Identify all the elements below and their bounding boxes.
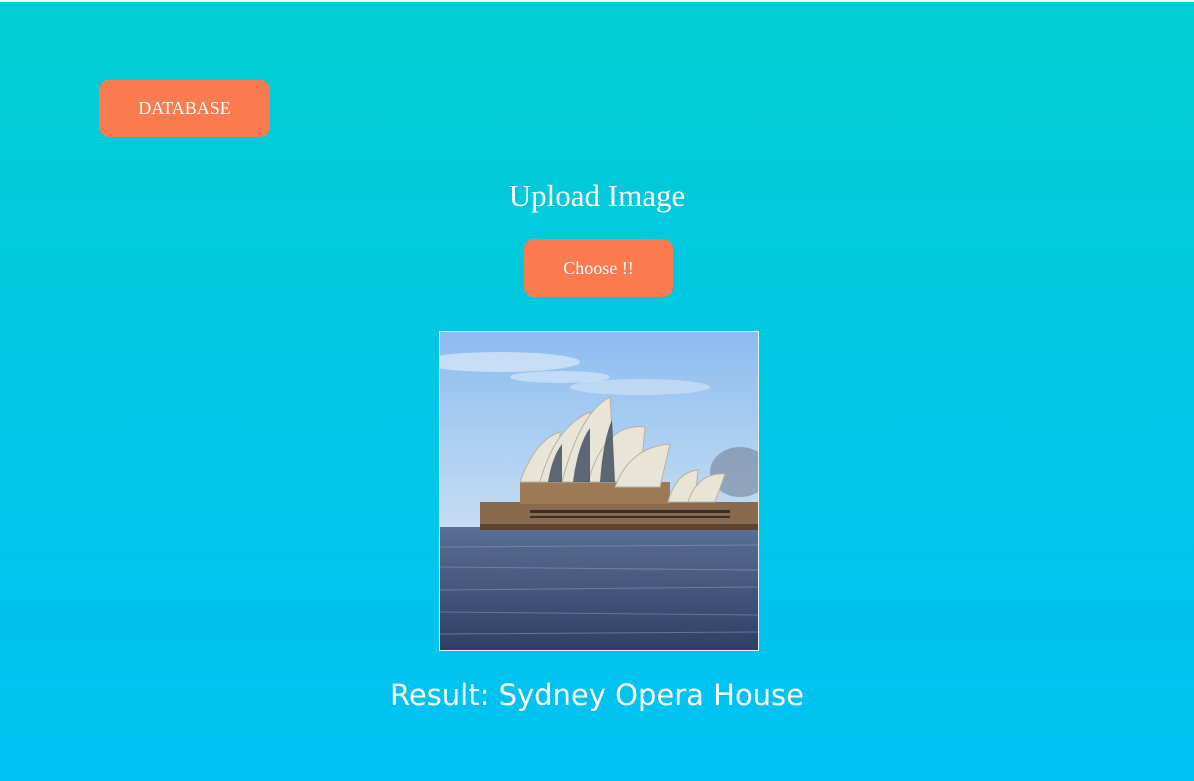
upload-title: Upload Image xyxy=(508,178,686,213)
result-text: Result: Sydney Opera House xyxy=(389,678,805,712)
database-button[interactable]: DATABASE xyxy=(99,80,270,137)
choose-file-button[interactable]: Choose !! xyxy=(524,239,673,297)
uploaded-image-preview xyxy=(439,331,759,651)
top-border-line xyxy=(0,0,1194,2)
